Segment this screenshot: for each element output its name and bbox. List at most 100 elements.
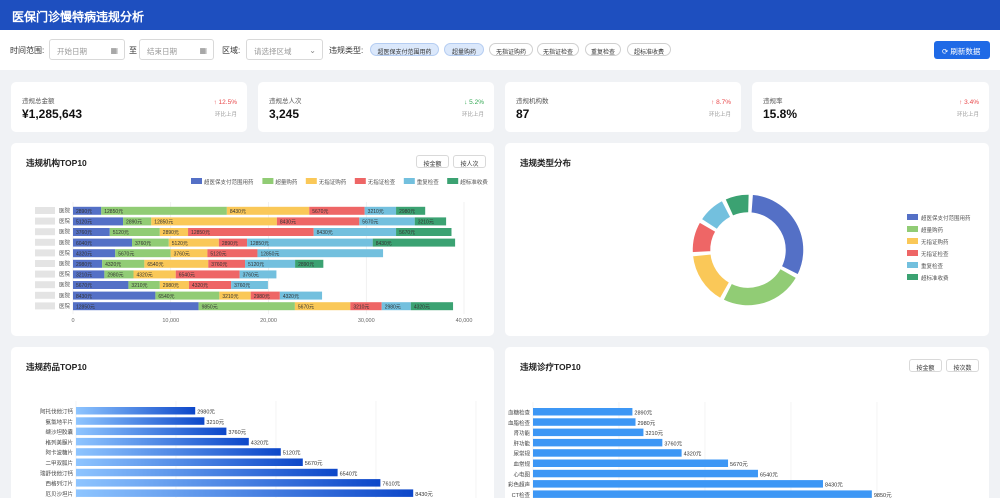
- bar-data-label: 5120元: [283, 450, 301, 457]
- category-label-blur: [35, 228, 55, 236]
- bar: [533, 480, 823, 488]
- type-chip-overdose-purchase[interactable]: 超量购药: [444, 43, 484, 56]
- calendar-icon: ▦: [110, 46, 118, 55]
- bar-data-label: 5120元: [210, 251, 226, 257]
- category-label: 医院: [59, 217, 71, 225]
- category-label: 厄贝沙坦片: [45, 490, 73, 498]
- treatments-top10-panel: 违规诊疗TOP10 按金额 按次数 血糖检查 2890元 血脂检查 2980元 肾功能 3…: [505, 347, 989, 498]
- bar-data-label: 3760元: [243, 273, 259, 279]
- legend-label: 无指证购药: [319, 178, 347, 186]
- category-label: 心电图: [513, 470, 530, 478]
- category-label: 尿常规: [513, 450, 530, 458]
- bar-data-label: 6540元: [147, 262, 163, 268]
- kpi-card-total-amount: 违规总金额 ¥1,285,643 ↑ 12.5% 环比上月: [11, 82, 247, 132]
- category-label-blur: [35, 207, 55, 214]
- legend-swatch: [907, 250, 918, 256]
- legend-swatch: [403, 178, 415, 184]
- category-label: 医院: [59, 238, 71, 246]
- x-tick-label: 20,000: [260, 318, 277, 324]
- bar: [533, 418, 636, 426]
- bar-data-label: 3760元: [228, 429, 246, 436]
- category-label: 医院: [59, 228, 71, 236]
- legend-label: 超医保支付范围用药: [204, 178, 254, 186]
- kpi-change: ↑ 12.5%: [213, 99, 238, 106]
- bar: [76, 417, 205, 425]
- legend-swatch: [305, 178, 317, 184]
- bar-data-label: 4320元: [192, 283, 208, 289]
- bar-data-label: 8430元: [280, 220, 296, 226]
- bar-data-label: 3210元: [222, 294, 238, 300]
- bar-data-label: 2890元: [222, 241, 238, 247]
- bar-data-label: 12850元: [104, 209, 123, 215]
- donut-slice: [721, 267, 798, 307]
- violation-type-label: 违规类型:: [329, 46, 364, 55]
- end-date-input[interactable]: 结束日期 ▦: [139, 39, 214, 60]
- bar-data-label: 5670元: [76, 283, 92, 289]
- kpi-label: 违规率: [763, 98, 783, 105]
- type-chip-no-indication-exam[interactable]: 无指证检查: [537, 43, 579, 56]
- category-label-blur: [35, 302, 55, 310]
- bar-data-label: 8430元: [376, 241, 392, 247]
- bar-data-label: 2980元: [107, 273, 123, 279]
- drugs-bar-chart: 阿托伐他汀钙 2980元氨氯地平片 3210元缬沙坦胶囊 3760元格列美脲片 4320…: [40, 401, 477, 498]
- start-date-input[interactable]: 开始日期 ▦: [49, 39, 125, 60]
- violation-types-panel: 违规类型分布 超医保支付范围用药 超量购药 无指证购药 无指证检查 重复检查 超标准收费: [505, 143, 989, 336]
- region-label: 区域:: [222, 46, 241, 55]
- bar: [533, 438, 663, 447]
- bar-data-label: 12850元: [250, 241, 269, 247]
- bar-data-label: 2890元: [634, 410, 652, 417]
- time-range-label: 时间范围:: [10, 46, 45, 55]
- institutions-stacked-bar-chart: 超医保支付范围用药 超量购药 无指证购药 无指证检查 重复检查 超标准收费 0 10,000 2…: [35, 178, 488, 324]
- x-tick-label: 10,000: [162, 318, 179, 324]
- refresh-button[interactable]: ⟳ 刷新数据: [934, 41, 990, 59]
- bar-data-label: 5670元: [298, 304, 314, 310]
- bar-data-label: 5670元: [305, 460, 323, 467]
- category-label: 肝功能: [513, 439, 530, 447]
- legend-swatch: [262, 178, 274, 184]
- legend-label: 超医保支付范围用药: [921, 214, 971, 222]
- region-select[interactable]: 请选择区域 ⌄: [246, 39, 323, 60]
- bar-data-label: 5120元: [248, 262, 264, 268]
- end-date-placeholder: 结束日期: [147, 47, 177, 56]
- kpi-value: 15.8%: [763, 107, 798, 121]
- bar-data-label: 3210元: [206, 419, 224, 426]
- category-label: 医院: [59, 207, 71, 215]
- category-label: 阿卡波糖片: [45, 449, 73, 457]
- bar-data-label: 4320元: [684, 451, 702, 458]
- refresh-label: 刷新数据: [950, 47, 981, 56]
- bar-data-label: 3210元: [368, 209, 384, 215]
- bar-data-label: 3760元: [211, 262, 227, 268]
- bar-data-label: 9850元: [202, 304, 218, 310]
- legend-label: 超标准收费: [921, 274, 949, 282]
- category-label: 二甲双胍片: [45, 459, 73, 467]
- calendar-icon: ▦: [199, 46, 207, 55]
- bar: [533, 469, 758, 478]
- bar-data-label: 8430元: [230, 209, 246, 215]
- type-chip-over-standard-fee[interactable]: 超标准收费: [627, 43, 671, 56]
- bar-data-label: 2890元: [163, 230, 179, 236]
- category-label: 医院: [59, 249, 71, 257]
- type-chip-no-indication-drug[interactable]: 无指证购药: [489, 43, 533, 56]
- category-label-blur: [35, 249, 55, 257]
- type-chip-repeat-exam[interactable]: 重复检查: [585, 43, 621, 56]
- bar-data-label: 5670元: [312, 209, 328, 215]
- bar-data-label: 3210元: [645, 430, 663, 437]
- category-label: 西格列汀片: [45, 480, 73, 488]
- bar: [533, 408, 633, 416]
- bar-data-label: 5120元: [172, 241, 188, 247]
- bar-data-label: 5670元: [362, 220, 378, 226]
- bar-data-label: 2980元: [163, 283, 179, 289]
- kpi-sub: 环比上月: [708, 112, 731, 118]
- bar: [76, 458, 303, 466]
- bar-data-label: 5670元: [399, 230, 415, 236]
- category-label: 氨氯地平片: [45, 418, 73, 426]
- legend-swatch: [354, 178, 366, 184]
- legend-label: 重复检查: [417, 178, 440, 186]
- type-chip-over-scope-drug[interactable]: 超医保支付范围用药: [370, 43, 439, 56]
- institutions-top10-panel: 违规机构TOP10 按金额 按人次 超医保支付范围用药 超量购药 无指证购药 无指证检…: [11, 143, 494, 336]
- bar: [76, 437, 249, 446]
- category-label: 医院: [59, 270, 71, 278]
- category-label: CT检查: [512, 491, 531, 498]
- bar-data-label: 3210元: [76, 273, 92, 279]
- bar: [76, 448, 281, 456]
